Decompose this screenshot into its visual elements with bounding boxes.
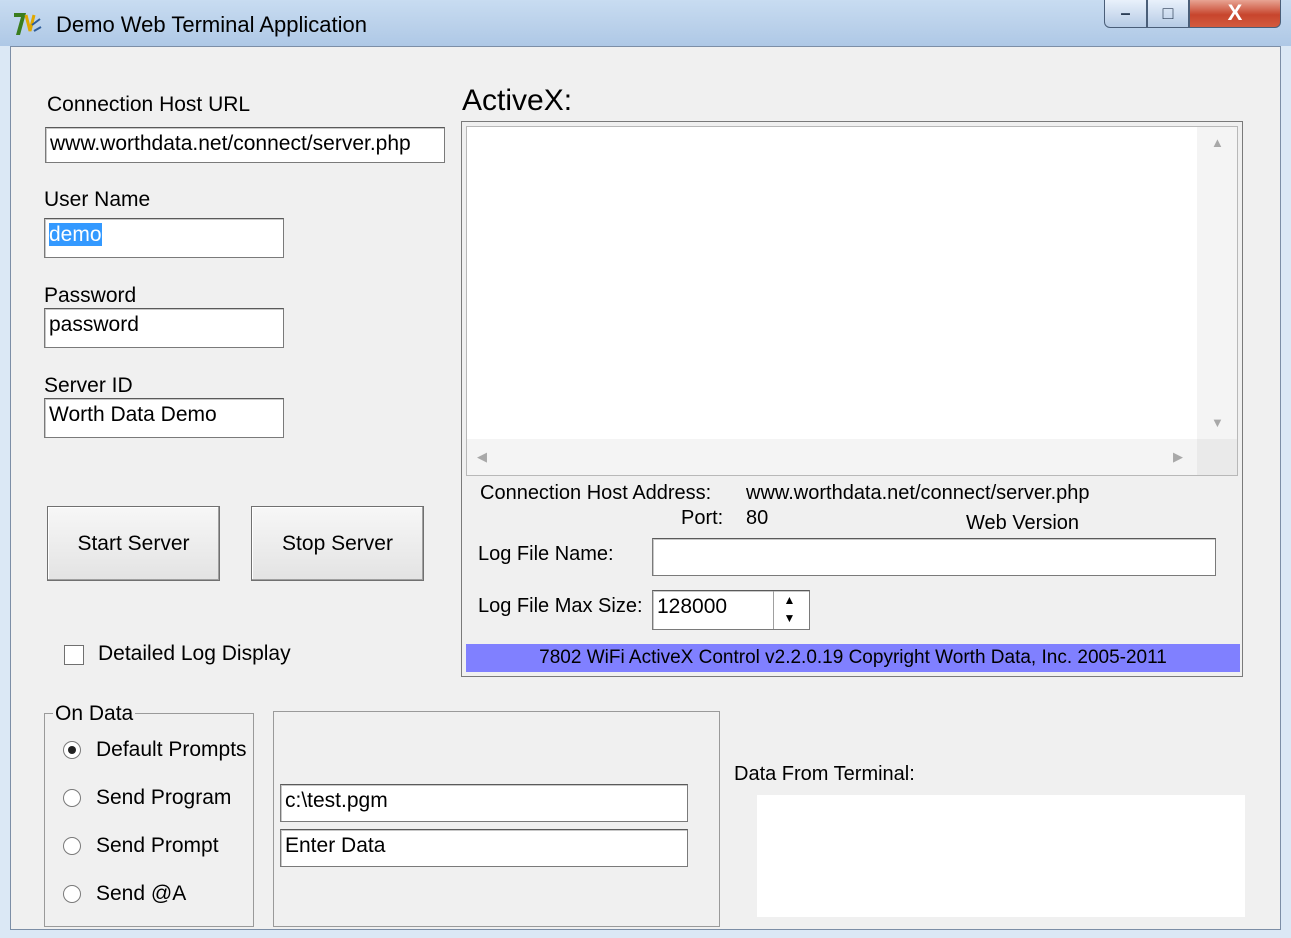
close-button[interactable]: X — [1189, 0, 1281, 28]
radio-send-program[interactable] — [63, 789, 81, 807]
username-value: demo — [49, 223, 102, 246]
scroll-right-icon[interactable]: ▶ — [1173, 449, 1183, 465]
horizontal-scrollbar[interactable]: ◀ ▶ — [467, 439, 1197, 475]
detailed-log-checkbox[interactable] — [64, 645, 84, 665]
log-max-size-spinner[interactable]: ▲ ▼ — [773, 591, 805, 629]
log-max-size-label: Log File Max Size: — [478, 595, 643, 617]
scroll-left-icon[interactable]: ◀ — [477, 449, 487, 465]
terminal-data-label: Data From Terminal: — [734, 763, 915, 785]
host-address-label: Connection Host Address: — [480, 482, 712, 504]
log-max-size-value: 128000 — [657, 595, 728, 618]
radio-default-prompts-label: Default Prompts — [96, 738, 247, 761]
radio-send-prompt-label: Send Prompt — [96, 834, 219, 857]
radio-send-at-a-label: Send @A — [96, 882, 187, 905]
server-id-label: Server ID — [44, 374, 133, 397]
spin-down-icon[interactable]: ▼ — [774, 609, 805, 627]
log-max-size-input[interactable]: 128000 ▲ ▼ — [652, 590, 810, 630]
terminal-data-area[interactable] — [757, 795, 1245, 917]
scroll-down-icon[interactable]: ▼ — [1211, 415, 1224, 430]
username-label: User Name — [44, 188, 151, 211]
prompt-text-input[interactable]: Enter Data — [280, 829, 688, 867]
minimize-button[interactable]: – — [1104, 0, 1147, 28]
window-title: Demo Web Terminal Application — [56, 12, 368, 37]
port-label: Port: — [681, 507, 724, 529]
start-server-button[interactable]: Start Server — [47, 506, 220, 581]
activex-copyright-bar: 7802 WiFi ActiveX Control v2.2.0.19 Copy… — [466, 644, 1240, 672]
spin-up-icon[interactable]: ▲ — [774, 591, 805, 609]
vertical-scrollbar[interactable]: ▲ ▼ — [1197, 127, 1237, 439]
maximize-button[interactable]: □ — [1147, 0, 1189, 28]
title-bar[interactable]: Demo Web Terminal Application – □ X — [0, 0, 1291, 46]
web-version-label: Web Version — [966, 512, 1080, 534]
port-value: 80 — [746, 507, 769, 529]
log-file-name-label: Log File Name: — [478, 543, 614, 565]
host-url-label: Connection Host URL — [47, 93, 251, 116]
program-path-input[interactable]: c:\test.pgm — [280, 784, 688, 822]
activex-control: ▲ ▼ ◀ ▶ Connection Host Address: www.wor… — [461, 121, 1243, 677]
password-input[interactable]: password — [44, 308, 284, 348]
radio-default-prompts[interactable] — [63, 741, 81, 759]
host-url-input[interactable]: www.worthdata.net/connect/server.php — [45, 127, 445, 163]
app-window: Demo Web Terminal Application – □ X Conn… — [0, 0, 1291, 938]
log-file-name-input[interactable] — [652, 538, 1216, 576]
scroll-up-icon[interactable]: ▲ — [1211, 135, 1224, 150]
host-address-value: www.worthdata.net/connect/server.php — [746, 482, 1090, 504]
username-input[interactable]: demo — [44, 218, 284, 258]
detailed-log-label: Detailed Log Display — [98, 642, 291, 665]
activex-log-area[interactable]: ▲ ▼ ◀ ▶ — [466, 126, 1238, 476]
stop-server-button[interactable]: Stop Server — [251, 506, 424, 581]
server-id-input[interactable]: Worth Data Demo — [44, 398, 284, 438]
on-data-title: On Data — [53, 702, 136, 726]
radio-send-program-label: Send Program — [96, 786, 232, 809]
scroll-corner — [1197, 439, 1237, 475]
radio-send-prompt[interactable] — [63, 837, 81, 855]
activex-heading: ActiveX: — [462, 84, 573, 117]
radio-send-at-a[interactable] — [63, 885, 81, 903]
app-icon — [14, 13, 42, 35]
password-label: Password — [44, 284, 137, 307]
client-area: Connection Host URL www.worthdata.net/co… — [10, 46, 1281, 930]
